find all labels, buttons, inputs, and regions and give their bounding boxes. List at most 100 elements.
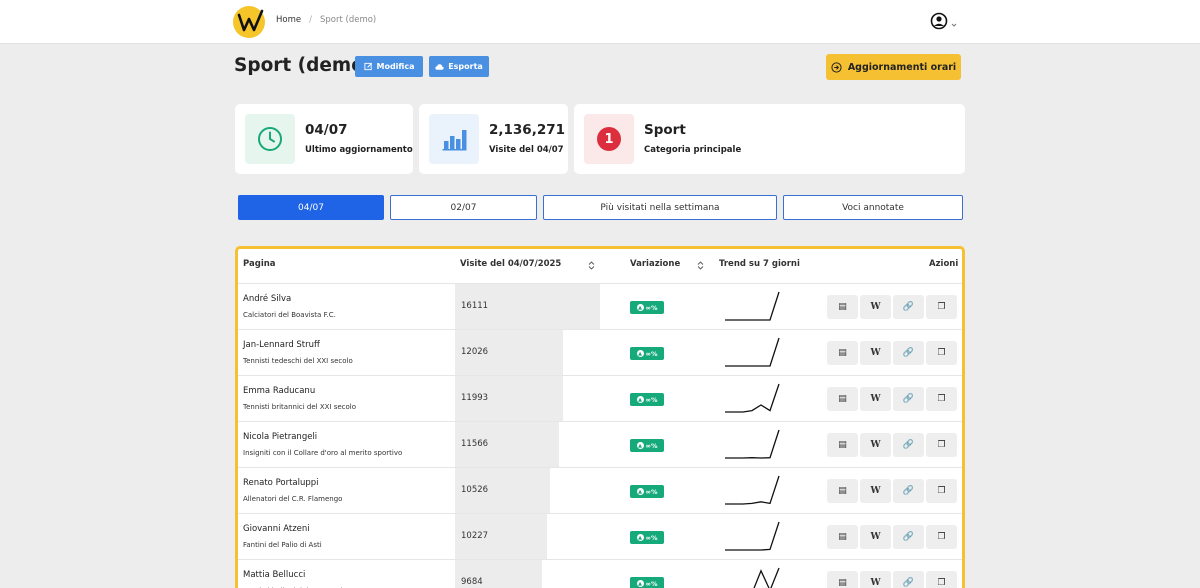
export-button-label: Esporta	[448, 62, 483, 71]
trend-line	[725, 383, 780, 413]
page-name-link[interactable]: André Silva	[243, 294, 291, 304]
copy-button[interactable]: ❐	[926, 433, 957, 457]
sort-icon[interactable]	[697, 261, 704, 270]
trend-line	[753, 567, 780, 588]
change-badge: ▲ ∞%	[630, 531, 664, 544]
link-button[interactable]: 🔗	[893, 571, 924, 588]
page-category: Insigniti con il Collare d'oro al merito…	[243, 449, 403, 457]
copy-button[interactable]: ❐	[926, 571, 957, 588]
page-name-link[interactable]: Giovanni Atzeni	[243, 524, 310, 534]
wikipedia-button[interactable]: W	[860, 571, 891, 588]
news-button[interactable]: ▤	[827, 387, 858, 411]
hourly-updates-button[interactable]: Aggiornamenti orari	[826, 54, 961, 80]
stat-label: Ultimo aggiornamento	[305, 145, 413, 155]
page-category: Tennisti britannici del XXI secolo	[243, 403, 357, 411]
wikipedia-icon: W	[870, 302, 881, 312]
hourly-updates-label: Aggiornamenti orari	[847, 61, 957, 73]
news-icon: ▤	[838, 348, 847, 358]
link-icon: 🔗	[902, 486, 915, 496]
export-button[interactable]: Esporta	[429, 56, 489, 77]
tab-annotated[interactable]: Voci annotate	[783, 195, 963, 220]
breadcrumb: Home / Sport (demo)	[276, 15, 376, 25]
page-name-link[interactable]: Renato Portaluppi	[243, 478, 319, 488]
arrow-up-icon: ▲	[636, 396, 644, 403]
page-category: Allenatori del C.R. Flamengo	[243, 495, 343, 503]
wikipedia-icon: W	[870, 578, 881, 588]
visits-value: 16111	[461, 301, 489, 311]
edit-button[interactable]: Modifica	[355, 56, 423, 77]
stat-card-category: 1 Sport Categoria principale	[574, 104, 965, 174]
breadcrumb-current: Sport (demo)	[319, 15, 377, 25]
edit-button-label: Modifica	[376, 62, 415, 71]
news-icon: ▤	[838, 440, 847, 450]
wikipedia-button[interactable]: W	[860, 341, 891, 365]
copy-icon: ❐	[937, 578, 946, 588]
breadcrumb-separator: /	[309, 15, 312, 25]
column-header-page[interactable]: Pagina	[243, 259, 276, 269]
wikipedia-button[interactable]: W	[860, 387, 891, 411]
visits-value: 11566	[461, 439, 489, 449]
wikipedia-button[interactable]: W	[860, 479, 891, 503]
user-menu[interactable]	[930, 12, 960, 32]
news-button[interactable]: ▤	[827, 295, 858, 319]
link-button[interactable]: 🔗	[893, 525, 924, 549]
stat-value: 04/07	[305, 122, 348, 138]
cloud-download-icon	[435, 63, 444, 70]
news-button[interactable]: ▤	[827, 571, 858, 588]
news-button[interactable]: ▤	[827, 525, 858, 549]
link-button[interactable]: 🔗	[893, 479, 924, 503]
column-header-change[interactable]: Variazione	[630, 259, 680, 269]
wikipedia-button[interactable]: W	[860, 525, 891, 549]
link-button[interactable]: 🔗	[893, 341, 924, 365]
change-value: ∞%	[645, 441, 658, 450]
change-value: ∞%	[645, 487, 658, 496]
copy-button[interactable]: ❐	[926, 479, 957, 503]
link-button[interactable]: 🔗	[893, 387, 924, 411]
copy-icon: ❐	[937, 486, 946, 496]
trend-sparkline	[725, 429, 780, 459]
sort-icon[interactable]	[588, 261, 595, 270]
visits-value: 9684	[461, 577, 483, 587]
page-name-link[interactable]: Jan-Lennard Struff	[243, 340, 320, 350]
link-button[interactable]: 🔗	[893, 295, 924, 319]
table-row: Nicola Pietrangeli Insigniti con il Colla…	[238, 421, 962, 468]
page-category: Tennisti tedeschi del XXI secolo	[243, 357, 353, 365]
table-row: Emma Raducanu Tennisti britannici del XXI…	[238, 375, 962, 422]
tab-02-07[interactable]: 02/07	[390, 195, 537, 220]
news-icon: ▤	[838, 532, 847, 542]
copy-button[interactable]: ❐	[926, 341, 957, 365]
change-badge: ▲ ∞%	[630, 347, 664, 360]
page-name-link[interactable]: Mattia Bellucci	[243, 570, 305, 580]
wikipedia-button[interactable]: W	[860, 295, 891, 319]
change-value: ∞%	[645, 395, 658, 404]
stat-card-visits: 2,136,271 Visite del 04/07	[419, 104, 568, 174]
tab-most-visited-week[interactable]: Più visitati nella settimana	[543, 195, 777, 220]
copy-button[interactable]: ❐	[926, 525, 957, 549]
visits-value: 12026	[461, 347, 489, 357]
page-category: Calciatori del Boavista F.C.	[243, 311, 336, 319]
news-button[interactable]: ▤	[827, 433, 858, 457]
page-name-link[interactable]: Nicola Pietrangeli	[243, 432, 317, 442]
copy-icon: ❐	[937, 302, 946, 312]
page-name-link[interactable]: Emma Raducanu	[243, 386, 315, 396]
trend-line	[725, 429, 780, 459]
wikipedia-icon: W	[870, 440, 881, 450]
wikipedia-icon: W	[870, 348, 881, 358]
logo[interactable]	[233, 6, 265, 38]
news-button[interactable]: ▤	[827, 479, 858, 503]
trend-line	[725, 475, 780, 505]
tab-04-07[interactable]: 04/07	[238, 195, 384, 220]
link-button[interactable]: 🔗	[893, 433, 924, 457]
link-icon: 🔗	[902, 532, 915, 542]
copy-button[interactable]: ❐	[926, 387, 957, 411]
copy-icon: ❐	[937, 440, 946, 450]
breadcrumb-home[interactable]: Home	[276, 15, 301, 25]
column-header-visits[interactable]: Visite del 04/07/2025	[460, 259, 561, 269]
clock-icon	[245, 114, 295, 164]
wikipedia-button[interactable]: W	[860, 433, 891, 457]
arrow-up-icon: ▲	[636, 304, 644, 311]
table-row: Giovanni Atzeni Fantini del Palio di Asti…	[238, 513, 962, 560]
news-button[interactable]: ▤	[827, 341, 858, 365]
link-icon: 🔗	[902, 578, 915, 588]
copy-button[interactable]: ❐	[926, 295, 957, 319]
